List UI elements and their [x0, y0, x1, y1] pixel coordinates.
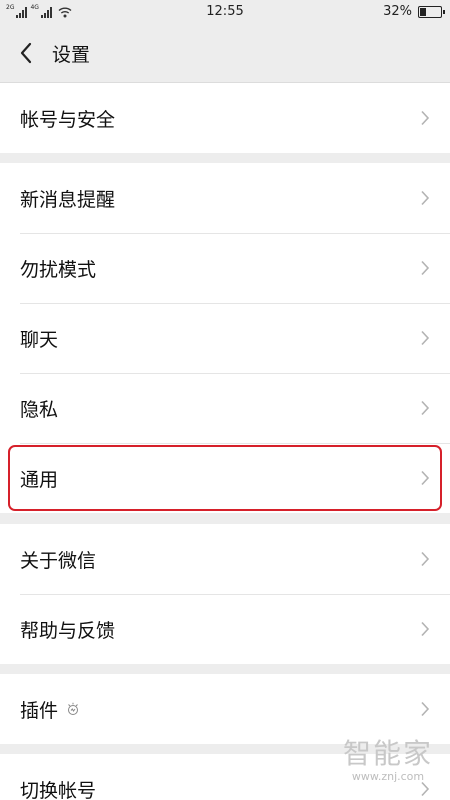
chevron-right-icon: [421, 330, 430, 346]
settings-item-label: 隐私: [20, 398, 59, 421]
settings-item-plugins[interactable]: 插件: [0, 674, 450, 744]
plugin-badge-icon: [68, 702, 79, 715]
status-bar: 2G 4G 12:55 32%: [0, 0, 450, 24]
chevron-right-icon: [421, 400, 430, 416]
settings-item-label: 通用: [20, 468, 59, 491]
settings-item-label: 勿扰模式: [20, 258, 97, 281]
settings-item-account-security[interactable]: 帐号与安全: [0, 83, 450, 153]
settings-item-chat[interactable]: 聊天: [0, 303, 450, 373]
settings-group-main: 新消息提醒 勿扰模式 聊天 隐私 通用: [0, 163, 450, 513]
settings-item-label: 聊天: [20, 328, 59, 351]
watermark: 智能家 www.znj.com: [336, 737, 440, 784]
chevron-right-icon: [421, 701, 430, 717]
settings-item-label: 插件: [20, 699, 59, 722]
chevron-right-icon: [421, 110, 430, 126]
battery-fill: [420, 7, 426, 16]
chevron-left-icon: [20, 42, 32, 64]
chevron-right-icon: [421, 260, 430, 276]
watermark-url: www.znj.com: [351, 770, 425, 783]
chevron-right-icon: [421, 781, 430, 797]
battery-icon: [418, 5, 445, 18]
settings-item-label: 关于微信: [20, 549, 97, 572]
settings-group-about: 关于微信 帮助与反馈: [0, 524, 450, 664]
chevron-right-icon: [421, 551, 430, 567]
settings-item-privacy[interactable]: 隐私: [0, 373, 450, 443]
settings-group-plugins: 插件: [0, 674, 450, 744]
battery-status: 32%: [383, 4, 445, 19]
settings-item-label: 帐号与安全: [20, 108, 116, 131]
settings-item-label: 切换帐号: [20, 779, 97, 800]
title-bar: 设置: [0, 24, 450, 82]
settings-item-help-feedback[interactable]: 帮助与反馈: [0, 594, 450, 664]
settings-item-do-not-disturb[interactable]: 勿扰模式: [0, 233, 450, 303]
settings-group-account: 帐号与安全: [0, 83, 450, 153]
settings-item-general[interactable]: 通用: [0, 443, 450, 513]
settings-item-label: 新消息提醒: [20, 188, 116, 211]
settings-item-about-wechat[interactable]: 关于微信: [0, 524, 450, 594]
page-title: 设置: [52, 43, 91, 66]
chevron-right-icon: [421, 470, 430, 486]
battery-percent: 32%: [383, 4, 412, 19]
settings-item-new-message-alerts[interactable]: 新消息提醒: [0, 163, 450, 233]
settings-item-label: 帮助与反馈: [20, 619, 116, 642]
chevron-right-icon: [421, 621, 430, 637]
watermark-logo: 智能家: [342, 737, 433, 770]
back-button[interactable]: [2, 24, 50, 82]
chevron-right-icon: [421, 190, 430, 206]
